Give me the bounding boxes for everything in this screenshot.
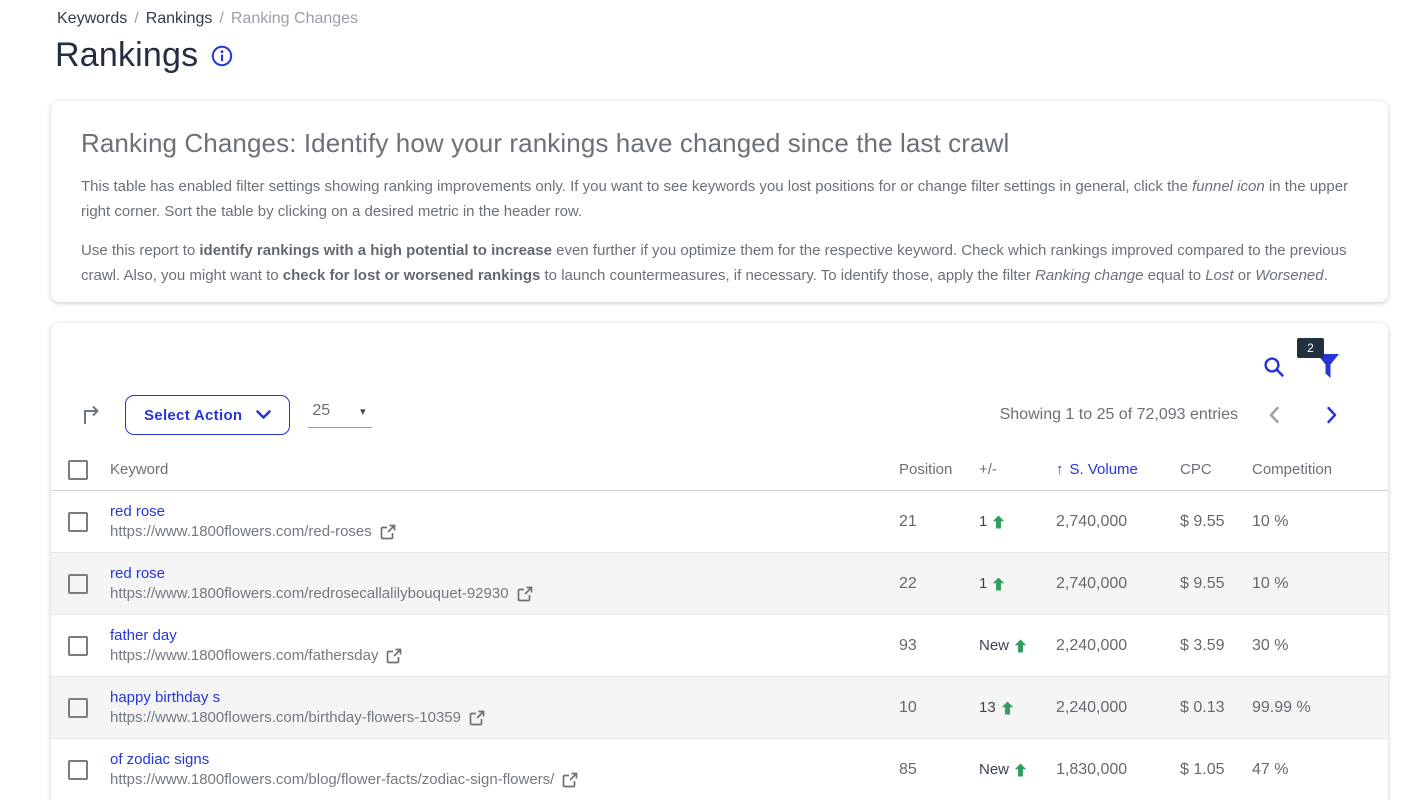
keyword-link[interactable]: happy birthday s	[110, 689, 220, 706]
up-arrow-icon	[992, 577, 1005, 591]
position-value: 21	[899, 513, 979, 531]
breadcrumb-separator: /	[134, 10, 138, 28]
chevron-down-icon	[256, 410, 271, 420]
external-link-icon[interactable]	[562, 772, 578, 788]
keyword-link[interactable]: red rose	[110, 565, 165, 582]
keyword-url: https://www.1800flowers.com/birthday-flo…	[110, 709, 461, 726]
filter-count-badge: 2	[1297, 338, 1324, 358]
select-action-button[interactable]: Select Action	[125, 395, 290, 435]
keyword-url: https://www.1800flowers.com/blog/flower-…	[110, 771, 554, 788]
table-row: red rose https://www.1800flowers.com/red…	[51, 553, 1388, 615]
select-all-checkbox[interactable]	[68, 460, 88, 480]
header-competition[interactable]: Competition	[1252, 461, 1388, 478]
entries-summary: Showing 1 to 25 of 72,093 entries	[1000, 406, 1238, 424]
keyword-link[interactable]: of zodiac signs	[110, 751, 209, 768]
position-value: 10	[899, 699, 979, 717]
competition-value: 47 %	[1252, 761, 1388, 779]
keyword-url: https://www.1800flowers.com/red-roses	[110, 523, 372, 540]
cpc-value: $ 1.05	[1180, 761, 1252, 779]
table-row: father day https://www.1800flowers.com/f…	[51, 615, 1388, 677]
volume-value: 2,740,000	[1056, 575, 1180, 593]
export-arrow-icon[interactable]	[80, 403, 104, 427]
change-value: 13	[979, 699, 996, 716]
table-row: happy birthday s https://www.1800flowers…	[51, 677, 1388, 739]
external-link-icon[interactable]	[380, 524, 396, 540]
change-value: 1	[979, 575, 987, 592]
competition-value: 30 %	[1252, 637, 1388, 655]
competition-value: 10 %	[1252, 513, 1388, 531]
up-arrow-icon	[1014, 639, 1027, 653]
cpc-value: $ 9.55	[1180, 575, 1252, 593]
breadcrumb-separator: /	[219, 10, 223, 28]
header-position[interactable]: Position	[899, 461, 979, 478]
table-row: red rose https://www.1800flowers.com/red…	[51, 491, 1388, 553]
position-value: 93	[899, 637, 979, 655]
header-keyword[interactable]: Keyword	[110, 461, 899, 478]
up-arrow-icon	[992, 515, 1005, 529]
row-checkbox[interactable]	[68, 574, 88, 594]
intro-paragraph-2: Use this report to identify rankings wit…	[81, 239, 1358, 289]
search-icon[interactable]	[1262, 355, 1286, 379]
position-value: 85	[899, 761, 979, 779]
breadcrumb-link-rankings[interactable]: Rankings	[146, 10, 213, 28]
external-link-icon[interactable]	[517, 586, 533, 602]
header-change[interactable]: +/-	[979, 461, 1056, 478]
previous-page-button[interactable]	[1262, 404, 1286, 426]
volume-value: 2,740,000	[1056, 513, 1180, 531]
page-title: Rankings	[55, 36, 198, 75]
row-checkbox[interactable]	[68, 698, 88, 718]
header-volume[interactable]: ↑S. Volume	[1056, 461, 1180, 478]
change-value: New	[979, 761, 1009, 778]
position-value: 22	[899, 575, 979, 593]
change-value: 1	[979, 513, 987, 530]
breadcrumb: Keywords / Rankings / Ranking Changes	[57, 10, 358, 28]
intro-heading: Ranking Changes: Identify how your ranki…	[81, 128, 1358, 159]
cpc-value: $ 9.55	[1180, 513, 1252, 531]
caret-down-icon: ▾	[360, 405, 366, 418]
table-header-row: Keyword Position +/- ↑S. Volume CPC Comp…	[51, 449, 1388, 491]
info-icon[interactable]	[211, 45, 233, 67]
up-arrow-icon	[1014, 763, 1027, 777]
change-value: New	[979, 637, 1009, 654]
sort-ascending-icon: ↑	[1056, 461, 1064, 478]
table-row: of zodiac signs https://www.1800flowers.…	[51, 739, 1388, 800]
cpc-value: $ 3.59	[1180, 637, 1252, 655]
intro-card: Ranking Changes: Identify how your ranki…	[51, 101, 1388, 302]
row-checkbox[interactable]	[68, 512, 88, 532]
breadcrumb-current: Ranking Changes	[231, 10, 358, 28]
intro-paragraph-1: This table has enabled filter settings s…	[81, 175, 1358, 225]
external-link-icon[interactable]	[469, 710, 485, 726]
row-checkbox[interactable]	[68, 636, 88, 656]
rankings-table: Keyword Position +/- ↑S. Volume CPC Comp…	[51, 449, 1388, 800]
header-cpc[interactable]: CPC	[1180, 461, 1252, 478]
keyword-url: https://www.1800flowers.com/fathersday	[110, 647, 378, 664]
competition-value: 99.99 %	[1252, 699, 1388, 717]
volume-value: 2,240,000	[1056, 637, 1180, 655]
competition-value: 10 %	[1252, 575, 1388, 593]
rankings-table-card: 2 Select Action 25 ▾ Showing 1 to 25 of …	[51, 323, 1388, 800]
table-body: red rose https://www.1800flowers.com/red…	[51, 491, 1388, 800]
volume-value: 2,240,000	[1056, 699, 1180, 717]
up-arrow-icon	[1001, 701, 1014, 715]
breadcrumb-link-keywords[interactable]: Keywords	[57, 10, 127, 28]
keyword-link[interactable]: red rose	[110, 503, 165, 520]
filter-funnel-icon[interactable]: 2	[1316, 353, 1340, 379]
external-link-icon[interactable]	[386, 648, 402, 664]
cpc-value: $ 0.13	[1180, 699, 1252, 717]
page-size-select[interactable]: 25 ▾	[308, 402, 371, 428]
row-checkbox[interactable]	[68, 760, 88, 780]
next-page-button[interactable]	[1320, 404, 1344, 426]
keyword-url: https://www.1800flowers.com/redrosecalla…	[110, 585, 509, 602]
volume-value: 1,830,000	[1056, 761, 1180, 779]
keyword-link[interactable]: father day	[110, 627, 177, 644]
